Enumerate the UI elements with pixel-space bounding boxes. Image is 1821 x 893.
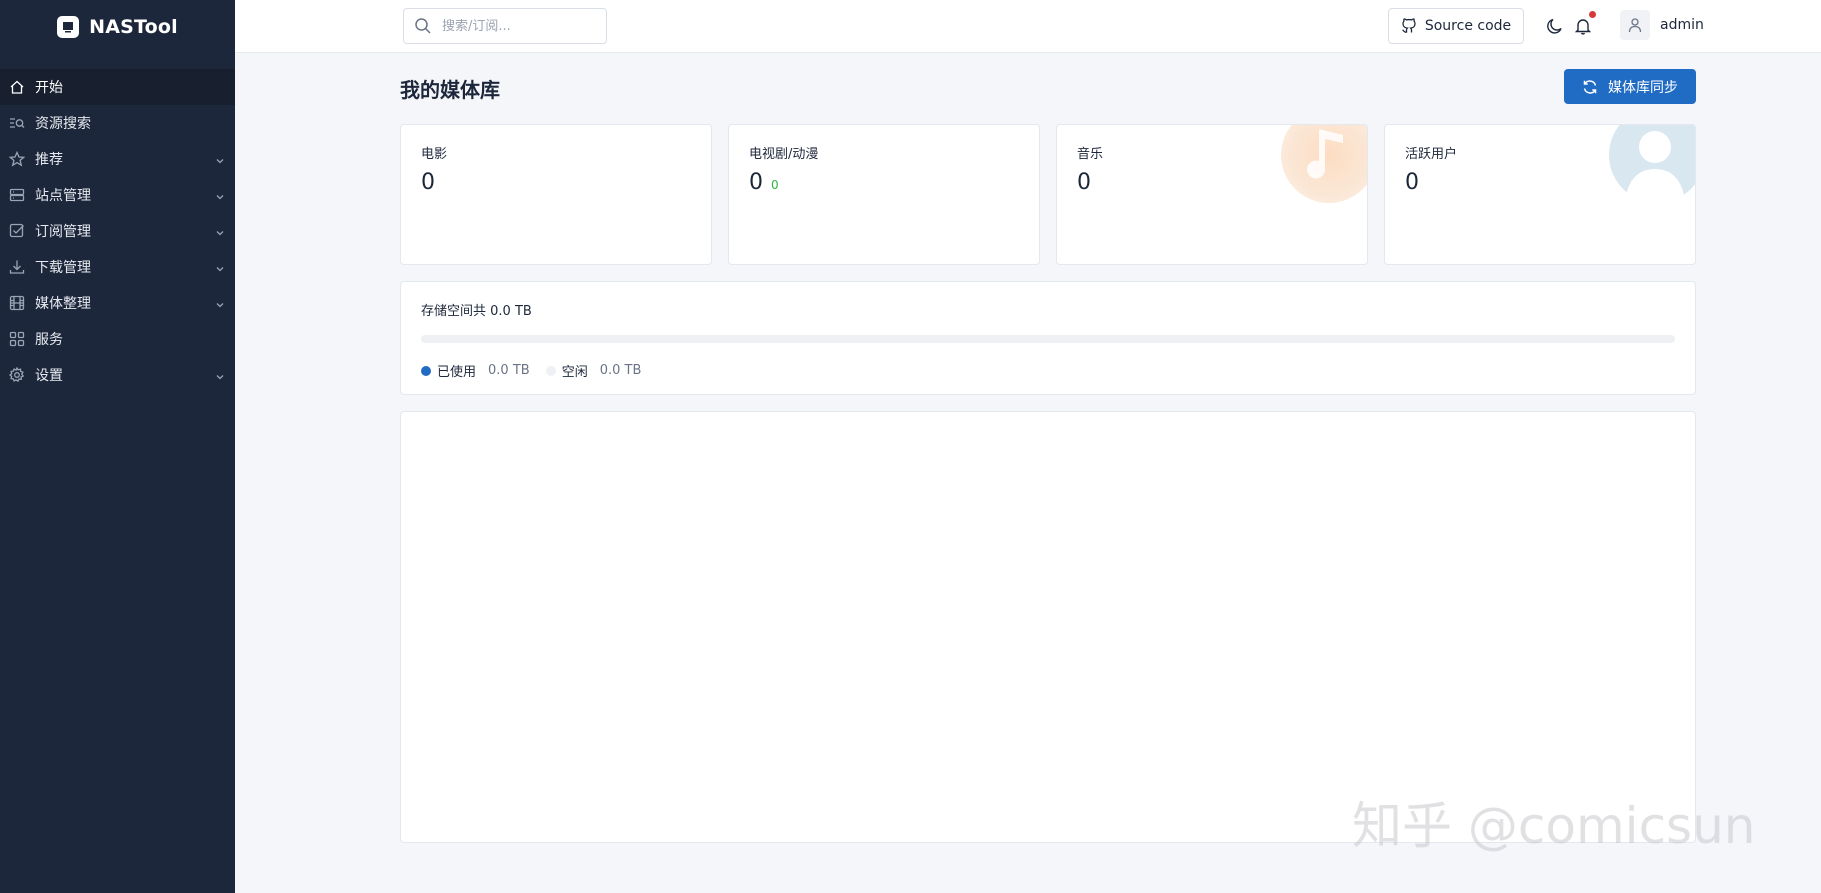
legend-used-value: 0.0 TB [488,363,530,378]
sidebar-item-media-organize[interactable]: 媒体整理 [0,285,235,321]
dark-mode-toggle[interactable] [1544,15,1566,37]
sidebar-item-label: 推荐 [35,152,63,168]
source-code-label: Source code [1424,18,1512,34]
username: admin [1660,17,1704,33]
user-silhouette-icon [1609,125,1695,203]
notifications-button[interactable] [1572,11,1596,37]
avatar [1620,10,1650,40]
apps-icon [9,331,25,347]
sidebar-item-label: 服务 [35,332,63,348]
media-content-panel [400,411,1696,843]
sidebar-item-resource-search[interactable]: 资源搜索 [0,105,235,141]
sidebar-item-label: 资源搜索 [35,116,91,132]
legend-free-value: 0.0 TB [599,363,642,378]
search-input[interactable] [442,18,592,34]
refresh-icon [1582,79,1598,95]
legend-free-label: 空闲 [561,365,588,380]
user-menu[interactable]: admin [1620,10,1704,40]
server-icon [9,187,25,203]
download-icon [9,259,25,275]
legend-used-label: 已使用 [437,365,477,380]
film-icon [9,295,25,311]
sidebar-item-label: 设置 [35,368,63,384]
sidebar-item-subscription-management[interactable]: 订阅管理 [0,213,235,249]
search-list-icon [9,115,25,131]
moon-icon [1546,17,1564,35]
notification-dot [1589,11,1596,18]
legend-free: 空闲 0.0 TB [545,361,642,380]
stat-value: 0 [1405,170,1419,195]
chevron-down-icon [215,190,225,200]
search-box[interactable] [403,8,607,44]
user-icon [1627,17,1643,33]
source-code-button[interactable]: Source code [1388,8,1524,44]
sidebar-item-label: 开始 [35,80,63,96]
sync-library-button[interactable]: 媒体库同步 [1564,69,1696,104]
stat-card-music: 音乐 0 [1056,124,1368,265]
sidebar-item-recommend[interactable]: 推荐 [0,141,235,177]
sidebar-item-download-management[interactable]: 下载管理 [0,249,235,285]
top-header: Source code admin [235,0,1821,53]
legend-used: 已使用 0.0 TB [421,361,530,380]
page-title: 我的媒体库 [400,78,500,102]
sidebar-item-label: 站点管理 [35,188,91,204]
gear-icon [9,367,25,383]
stat-value: 0 [749,170,763,195]
stat-label: 电视剧/动漫 [749,147,819,162]
stat-card-tv: 电视剧/动漫 0 0 [728,124,1040,265]
watermark: 知乎 @comicsun [1352,797,1756,855]
used-dot-icon [421,365,431,376]
chevron-down-icon [215,154,225,164]
stat-card-active-users: 活跃用户 0 [1384,124,1696,265]
sidebar-item-label: 媒体整理 [35,296,91,312]
sidebar-item-start[interactable]: 开始 [0,69,235,105]
sync-library-label: 媒体库同步 [1608,78,1678,95]
sidebar-item-label: 订阅管理 [35,224,91,240]
stat-label: 电影 [421,147,448,162]
chevron-down-icon [215,226,225,236]
stat-card-movies: 电影 0 [400,124,712,265]
app-logo-icon [57,15,80,38]
stat-value: 0 [1077,170,1091,195]
sidebar-item-settings[interactable]: 设置 [0,357,235,393]
sidebar: NASTool 开始 资源搜索 推荐 站点管理 订阅管理 下载管理 媒体整理 服… [0,0,235,893]
stat-value: 0 [421,170,435,195]
chevron-down-icon [215,370,225,380]
chevron-down-icon [215,298,225,308]
app-name: NASTool [89,15,178,38]
sidebar-item-site-management[interactable]: 站点管理 [0,177,235,213]
sidebar-item-services[interactable]: 服务 [0,321,235,357]
bell-icon [1574,17,1592,35]
stat-sub-value: 0 [771,178,779,192]
storage-card: 存储空间共 0.0 TB 已使用 0.0 TB 空闲 0.0 TB [400,281,1696,395]
brand[interactable]: NASTool [0,0,235,53]
sidebar-nav: 开始 资源搜索 推荐 站点管理 订阅管理 下载管理 媒体整理 服务 设置 [0,69,235,393]
star-icon [9,151,25,167]
free-dot-icon [545,365,556,376]
storage-title: 存储空间共 0.0 TB [421,304,532,319]
music-note-icon [1281,125,1367,203]
chevron-down-icon [215,262,225,272]
github-icon [1401,18,1417,34]
home-icon [9,79,25,95]
sidebar-item-label: 下载管理 [35,260,91,276]
checkbox-icon [9,223,25,239]
storage-progress-bar [421,335,1675,343]
storage-legend: 已使用 0.0 TB 空闲 0.0 TB [421,361,1675,380]
search-icon [414,17,432,35]
